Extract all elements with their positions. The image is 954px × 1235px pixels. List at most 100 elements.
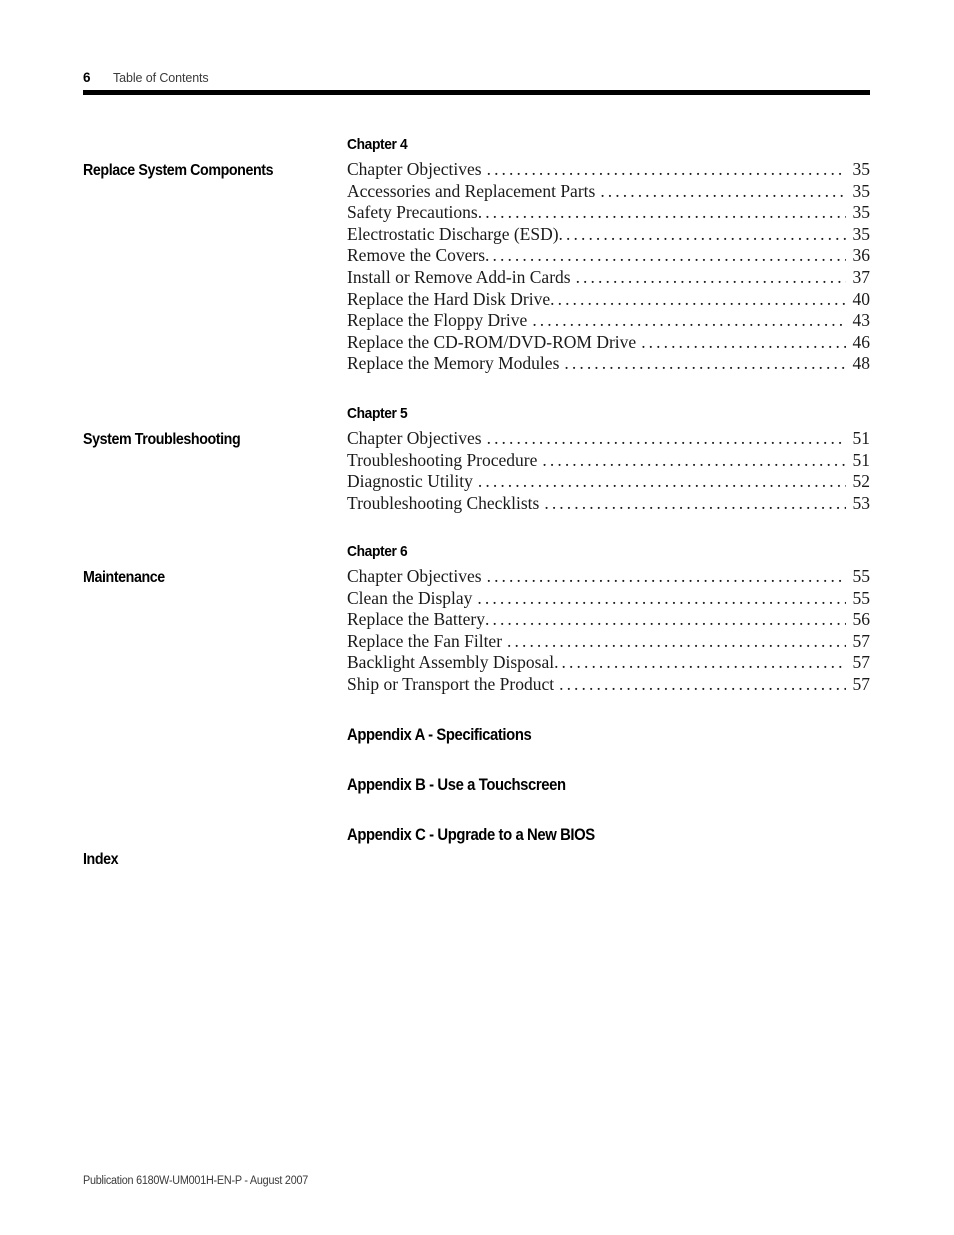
toc-entry-title: Replace the Battery (347, 609, 485, 630)
toc-entry[interactable]: Chapter Objectives......................… (347, 428, 870, 450)
toc-entry-page-number: 55 (852, 566, 871, 586)
toc-entry-page-number: 55 (852, 587, 871, 608)
toc-entry[interactable]: Install or Remove Add-in Cards..........… (347, 267, 870, 289)
toc-dot-leader: ........................................… (532, 310, 846, 331)
toc-entry-title: Troubleshooting Procedure (347, 449, 538, 470)
toc-dot-leader: ........................................… (544, 492, 846, 513)
toc-entry[interactable]: Remove the Covers.......................… (347, 245, 870, 267)
publication-footer: Publication 6180W-UM001H-EN-P - August 2… (83, 1175, 309, 1187)
chapter-label: Chapter 6 (347, 543, 408, 560)
section-side-title: Replace System Components (83, 162, 274, 179)
toc-entry[interactable]: Backlight Assembly Disposal.............… (347, 652, 870, 674)
toc-entry[interactable]: Accessories and Replacement Parts.......… (347, 181, 870, 203)
toc-entry[interactable]: Troubleshooting Procedure...............… (347, 450, 870, 472)
toc-entry-page-number: 35 (852, 223, 871, 244)
toc-entry[interactable]: Clean the Display.......................… (347, 588, 870, 610)
toc-entry[interactable]: Replace the Floppy Drive................… (347, 310, 870, 332)
toc-entry-title: Diagnostic Utility (347, 471, 473, 492)
toc-dot-leader: ........................................… (542, 449, 846, 470)
toc-dot-leader: ........................................… (477, 587, 846, 608)
header-title: Table of Contents (113, 71, 209, 85)
toc-dot-leader: ........................................… (477, 471, 846, 492)
toc-entry-title: Install or Remove Add-in Cards (347, 266, 571, 287)
toc-entry[interactable]: Chapter Objectives......................… (347, 566, 870, 588)
toc-entry-page-number: 43 (852, 310, 871, 331)
toc-entry-title: Replace the Hard Disk Drive (347, 288, 551, 309)
toc-entry[interactable]: Troubleshooting Checklists..............… (347, 493, 870, 515)
toc-dot-leader: ........................................… (550, 288, 846, 309)
toc-entry-page-number: 57 (852, 630, 871, 651)
chapter-entries-column: Chapter 4 Chapter Objectives.............… (347, 136, 870, 375)
index-heading[interactable]: Index (83, 851, 119, 869)
toc-entry-page-number: 48 (852, 353, 871, 374)
section-side-title: Maintenance (83, 569, 165, 586)
appendix-heading[interactable]: Appendix C - Upgrade to a New BIOS (347, 826, 595, 845)
toc-entry-page-number: 37 (852, 266, 871, 287)
chapter-entries-column: Chapter 6 Chapter Objectives.............… (347, 543, 870, 696)
toc-entry[interactable]: Diagnostic Utility......................… (347, 471, 870, 493)
toc-entry[interactable]: Ship or Transport the Product...........… (347, 674, 870, 696)
toc-dot-leader: ........................................… (558, 223, 846, 244)
chapter-label: Chapter 5 (347, 405, 408, 422)
chapter-label: Chapter 4 (347, 136, 408, 153)
toc-entry-title: Safety Precautions (347, 202, 478, 223)
toc-entry-page-number: 35 (852, 159, 871, 179)
toc-dot-leader: ........................................… (486, 428, 846, 448)
toc-dot-leader: ........................................… (600, 180, 846, 201)
toc-entry[interactable]: Chapter Objectives......................… (347, 159, 870, 181)
toc-entry-title: Replace the Memory Modules (347, 353, 560, 374)
toc-entry-page-number: 51 (852, 449, 871, 470)
toc-dot-leader: ........................................… (559, 673, 846, 694)
toc-entry-title: Electrostatic Discharge (ESD) (347, 223, 559, 244)
toc-dot-leader: ........................................… (564, 353, 846, 374)
toc-entry[interactable]: Electrostatic Discharge (ESD)...........… (347, 224, 870, 246)
toc-entry-title: Troubleshooting Checklists (347, 492, 540, 513)
page-header: 6 Table of Contents (83, 70, 870, 85)
toc-entry-page-number: 51 (852, 428, 871, 448)
toc-entry-title: Ship or Transport the Product (347, 673, 555, 694)
appendix-heading[interactable]: Appendix B - Use a Touchscreen (347, 776, 566, 795)
toc-entry-list: Chapter Objectives......................… (347, 428, 870, 514)
appendix-heading[interactable]: Appendix A - Specifications (347, 726, 532, 745)
toc-entry-page-number: 56 (852, 609, 871, 630)
toc-dot-leader: ........................................… (507, 630, 846, 651)
toc-entry-title: Chapter Objectives (347, 159, 482, 179)
toc-dot-leader: ........................................… (477, 202, 846, 223)
toc-entry-title: Chapter Objectives (347, 428, 482, 448)
toc-entry-title: Replace the Floppy Drive (347, 310, 528, 331)
toc-entry-page-number: 46 (852, 331, 871, 352)
header-divider-rule (83, 90, 870, 95)
toc-entry-title: Accessories and Replacement Parts (347, 180, 596, 201)
toc-entry-title: Replace the CD-ROM/DVD-ROM Drive (347, 331, 637, 352)
chapter-entries-column: Chapter 5 Chapter Objectives.............… (347, 405, 870, 514)
toc-entry-title: Backlight Assembly Disposal (347, 652, 555, 673)
toc-entry-title: Remove the Covers (347, 245, 486, 266)
toc-dot-leader: ........................................… (641, 331, 846, 352)
toc-dot-leader: ........................................… (485, 609, 846, 630)
toc-entry-page-number: 36 (852, 245, 871, 266)
toc-entry-title: Chapter Objectives (347, 566, 482, 586)
toc-dot-leader: ........................................… (575, 266, 846, 287)
toc-entry[interactable]: Safety Precautions......................… (347, 202, 870, 224)
toc-entry[interactable]: Replace the CD-ROM/DVD-ROM Drive........… (347, 332, 870, 354)
toc-entry-page-number: 57 (852, 652, 871, 673)
toc-entry-page-number: 57 (852, 673, 871, 694)
toc-dot-leader: ........................................… (486, 566, 846, 586)
toc-entry-list: Chapter Objectives......................… (347, 566, 870, 696)
toc-dot-leader: ........................................… (486, 159, 846, 179)
toc-entry[interactable]: Replace the Battery.....................… (347, 609, 870, 631)
toc-entry-page-number: 53 (852, 492, 871, 513)
toc-entry-title: Replace the Fan Filter (347, 630, 503, 651)
toc-page: 6 Table of Contents Replace System Compo… (0, 0, 954, 1235)
header-page-number: 6 (83, 70, 91, 85)
toc-entry[interactable]: Replace the Hard Disk Drive.............… (347, 289, 870, 311)
toc-entry[interactable]: Replace the Memory Modules..............… (347, 353, 870, 375)
toc-entry[interactable]: Replace the Fan Filter..................… (347, 631, 870, 653)
toc-entry-page-number: 35 (852, 180, 871, 201)
toc-entry-page-number: 52 (852, 471, 871, 492)
toc-dot-leader: ........................................… (485, 245, 846, 266)
toc-entry-title: Clean the Display (347, 587, 473, 608)
toc-entry-page-number: 40 (852, 288, 871, 309)
toc-entry-page-number: 35 (852, 202, 871, 223)
section-side-title: System Troubleshooting (83, 431, 241, 448)
